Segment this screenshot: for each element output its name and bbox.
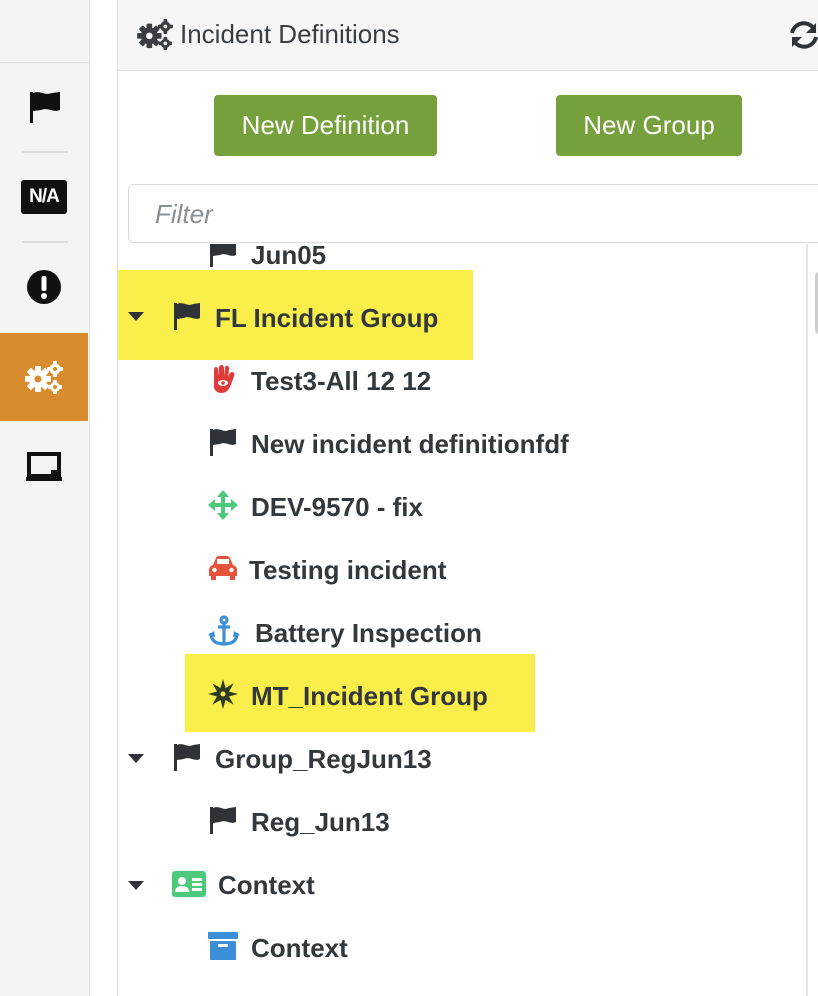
incident-definitions-panel: Incident Definitions New Definition New … xyxy=(117,0,818,996)
tree-item-new-incident-definitionfdf[interactable]: New incident definitionfdf xyxy=(208,411,658,474)
cogs-icon xyxy=(137,18,173,50)
new-definition-button[interactable]: New Definition xyxy=(214,95,437,156)
tree-item-test3[interactable]: Test3-All 12 12 xyxy=(208,348,608,411)
caret-down-icon[interactable] xyxy=(128,881,144,890)
id-card-icon xyxy=(172,871,206,897)
tree-item-label: Test3-All 12 12 xyxy=(251,366,432,396)
definitions-tree: Jun05 FL Incident Group Test3-All 12 12 … xyxy=(118,244,808,996)
tree-item-label: Reg_Jun13 xyxy=(251,807,390,837)
flag-icon xyxy=(210,807,236,834)
tree-group-group-regjun13[interactable]: Group_RegJun13 xyxy=(172,726,492,789)
tree-item-label: Context xyxy=(218,870,315,900)
tree-item-label: FL Incident Group xyxy=(215,303,439,333)
archive-box-icon xyxy=(208,932,238,960)
arrows-move-icon xyxy=(208,490,238,520)
tree-group-fl-incident-group[interactable]: FL Incident Group xyxy=(172,285,472,348)
presentation-board-icon xyxy=(26,452,62,481)
rail-item-alerts[interactable] xyxy=(0,243,88,331)
hamsa-icon xyxy=(214,365,235,393)
tree-item-label: Context xyxy=(251,933,348,963)
tree-item-dev-9570[interactable]: DEV-9570 - fix xyxy=(208,474,608,537)
exclamation-circle-icon xyxy=(27,270,61,304)
tree-item-label: DEV-9570 - fix xyxy=(251,492,423,522)
starburst-icon xyxy=(208,679,238,709)
cogs-icon xyxy=(25,361,63,394)
tree-item-label: Jun05 xyxy=(251,244,327,270)
page-title: Incident Definitions xyxy=(180,19,400,49)
rail-item-na[interactable]: N/A xyxy=(0,153,88,241)
flag-icon xyxy=(210,244,236,267)
rail-item-settings[interactable] xyxy=(0,333,88,421)
refresh-icon[interactable] xyxy=(788,20,818,50)
filter-input[interactable] xyxy=(155,195,755,233)
left-nav-rail: N/A xyxy=(0,0,90,996)
filter-box xyxy=(128,184,818,243)
flag-icon xyxy=(174,744,200,771)
tree-item-label: Testing incident xyxy=(249,555,447,585)
flag-icon xyxy=(174,303,200,330)
flag-icon xyxy=(210,429,236,456)
na-badge-text: N/A xyxy=(29,186,60,207)
panel-header: Incident Definitions xyxy=(118,0,818,71)
caret-down-icon[interactable] xyxy=(128,312,144,321)
tree-item-label: MT_Incident Group xyxy=(251,681,488,711)
tree-item-context[interactable]: Context xyxy=(208,915,508,978)
tree-item-mt-incident-group[interactable]: MT_Incident Group xyxy=(208,663,528,726)
tree-item-label: Battery Inspection xyxy=(255,618,482,648)
tree-item-reg-jun13[interactable]: Reg_Jun13 xyxy=(208,789,508,852)
anchor-icon xyxy=(208,615,240,646)
rail-item-flag[interactable] xyxy=(0,63,88,151)
tree-item-label: Group_RegJun13 xyxy=(215,744,432,774)
tree-group-context[interactable]: Context xyxy=(172,852,472,915)
rail-item-board[interactable] xyxy=(0,423,88,511)
tree-item-label: New incident definitionfdf xyxy=(251,429,569,459)
na-badge-icon: N/A xyxy=(21,180,67,214)
flag-icon xyxy=(30,92,60,123)
car-icon xyxy=(209,556,237,580)
new-group-button[interactable]: New Group xyxy=(556,95,742,156)
caret-down-icon[interactable] xyxy=(128,754,144,763)
tree-item-testing-incident[interactable]: Testing incident xyxy=(208,537,608,600)
